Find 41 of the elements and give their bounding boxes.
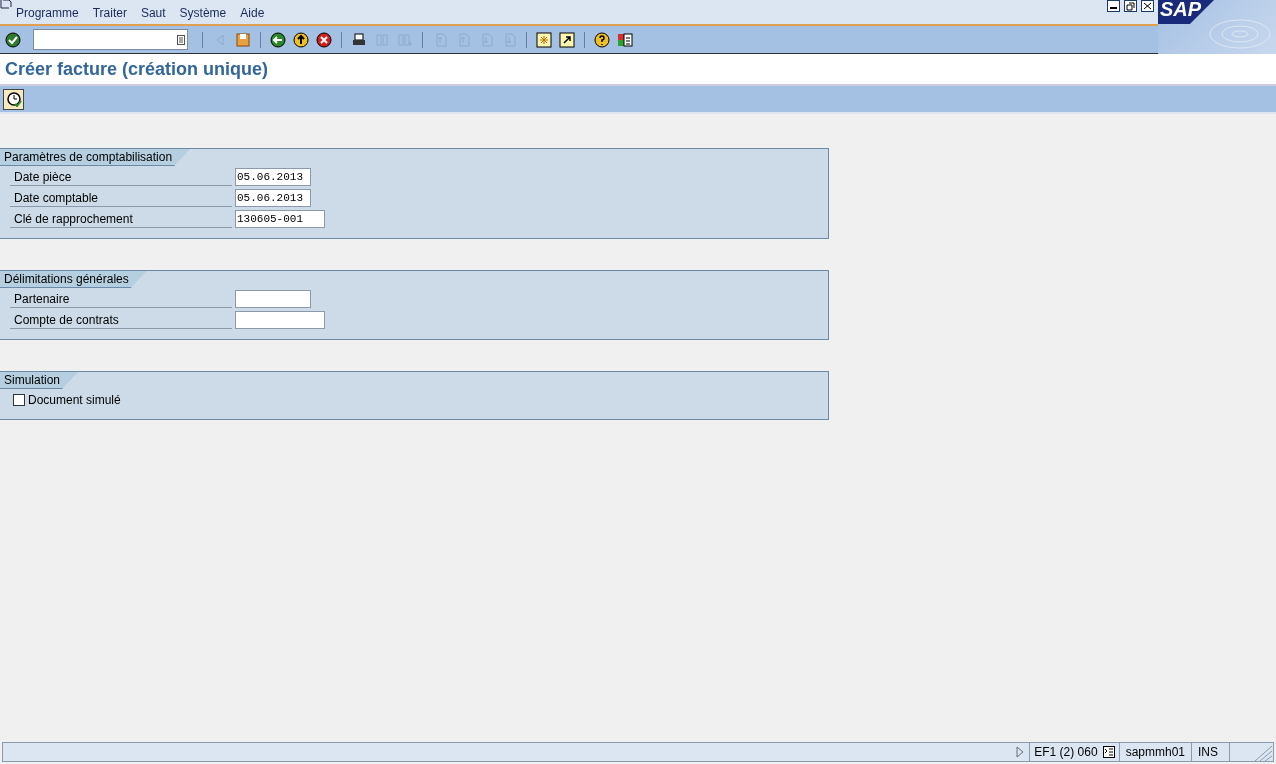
history-icon [177, 34, 185, 45]
field-label: Date comptable [10, 189, 232, 207]
input-field[interactable] [235, 311, 325, 329]
field-label: Compte de contrats [10, 311, 232, 329]
input-field[interactable] [235, 290, 311, 308]
clock-check-icon [5, 91, 22, 107]
help-icon [594, 31, 610, 48]
input-mode: INS [1191, 743, 1229, 761]
system-info: EF1 (2) 060 [1034, 744, 1098, 761]
menu-item[interactable]: Aide [240, 4, 265, 22]
menu-item[interactable]: Système [179, 4, 227, 22]
field-label: Date pièce [10, 168, 232, 186]
list-icon[interactable] [1102, 746, 1115, 758]
color-layout-icon [617, 31, 633, 48]
checkmark-icon [5, 31, 21, 48]
close-icon[interactable] [1141, 0, 1154, 12]
cancel-icon [316, 31, 332, 48]
command-field[interactable] [33, 29, 188, 50]
binoculars-plus-icon [397, 31, 413, 48]
execute-button[interactable] [3, 88, 24, 110]
field-label: Partenaire [10, 290, 232, 308]
group-title: Simulation [0, 372, 79, 389]
server-name: sapmmh01 [1118, 743, 1191, 761]
menu-item[interactable]: Programme [16, 4, 79, 22]
restore-icon[interactable] [1124, 0, 1137, 12]
minimize-icon[interactable] [1107, 0, 1120, 12]
input-field[interactable]: 05.06.2013 [235, 168, 311, 186]
checkbox-label: Document simulé [28, 392, 121, 409]
input-field[interactable]: 05.06.2013 [235, 189, 311, 207]
triangle-right-icon[interactable] [1015, 746, 1026, 758]
document-icon [0, 0, 12, 9]
field-label: Clé de rapprochement [10, 210, 232, 228]
logo-badge: SAP [1158, 0, 1216, 24]
screen-title: Créer facture (création unique) [5, 57, 269, 81]
checkbox[interactable] [13, 394, 25, 406]
printer-icon [351, 31, 367, 48]
group-title: Délimitations générales [0, 271, 147, 288]
input-field[interactable]: 130605-001 [235, 210, 325, 228]
menu-item[interactable]: Saut [140, 4, 166, 22]
menu-item[interactable]: Traiter [92, 4, 127, 22]
group-title: Paramètres de comptabilisation [0, 149, 191, 166]
